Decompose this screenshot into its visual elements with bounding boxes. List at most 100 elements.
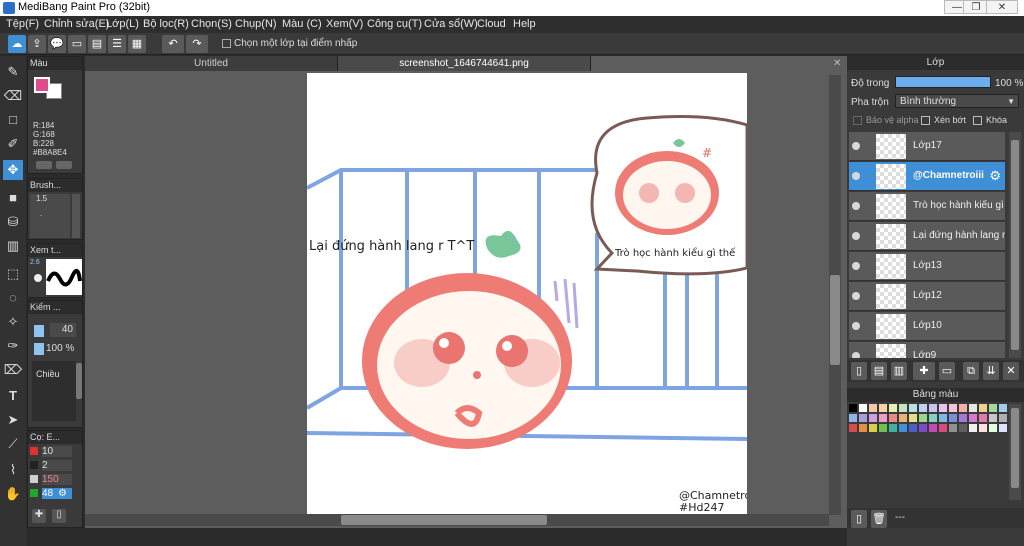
layer-item[interactable]: Trò học hành kiểu gì t <box>849 192 1005 221</box>
palette-swatch[interactable] <box>849 424 857 432</box>
palette-swatch[interactable] <box>959 404 967 412</box>
eye-icon[interactable] <box>852 142 860 150</box>
lock-checkbox[interactable] <box>973 116 982 125</box>
tab-untitled[interactable]: Untitled <box>85 56 338 71</box>
palette-swatch[interactable] <box>889 404 897 412</box>
operation-tool-icon[interactable]: ➤ <box>3 410 23 430</box>
menu-select[interactable]: Chọn(S) <box>191 18 232 30</box>
pen-tool-icon[interactable]: ✐ <box>3 134 23 154</box>
menu-help[interactable]: Help <box>513 18 536 30</box>
palette-scrollbar[interactable] <box>1009 404 1021 500</box>
layer-item-selected[interactable]: @Chamnetroiii ⚙ <box>849 162 1005 191</box>
clip-checkbox[interactable] <box>921 116 930 125</box>
menu-filter[interactable]: Bộ lọc(R) <box>143 18 189 30</box>
eraser-tool-icon[interactable]: ⌫ <box>3 86 23 106</box>
menu-file[interactable]: Tệp(F) <box>6 18 39 30</box>
artwork-canvas[interactable]: # Lại đứng hành lang r T^T Trò học hành … <box>307 73 747 514</box>
add-palette-color-icon[interactable]: ▯ <box>851 510 867 528</box>
bucket-tool-icon[interactable]: ⛁ <box>3 212 23 232</box>
palette-swatch[interactable] <box>869 404 877 412</box>
tab-screenshot[interactable]: screenshot_1646744641.png <box>338 56 591 71</box>
palette-swatch[interactable] <box>879 424 887 432</box>
brush-tool-icon[interactable]: ✎ <box>3 62 23 82</box>
palette-swatch[interactable] <box>949 404 957 412</box>
eyedropper-icon[interactable]: ⌇ <box>3 460 23 480</box>
palette-swatch[interactable] <box>969 424 977 432</box>
layer-item[interactable]: Lớp17 <box>849 132 1005 161</box>
palette-swatch[interactable] <box>989 404 997 412</box>
palette-swatch[interactable] <box>889 414 897 422</box>
delete-layer-icon[interactable]: ✕ <box>1003 362 1019 380</box>
lasso-icon[interactable]: ◌ <box>3 288 23 308</box>
magic-wand-icon[interactable]: ✧ <box>3 312 23 332</box>
brush-size-item-2[interactable]: 2 <box>42 460 72 471</box>
color-mode-button[interactable] <box>36 161 52 169</box>
page-icon[interactable]: ▤ <box>88 35 106 53</box>
list-icon[interactable]: ☰ <box>108 35 126 53</box>
palette-swatch[interactable] <box>899 414 907 422</box>
menu-color[interactable]: Màu (C) <box>282 18 322 30</box>
brush-size-1[interactable]: 1.5 <box>30 194 70 203</box>
palette-swatch[interactable] <box>949 424 957 432</box>
palette-swatch[interactable] <box>859 414 867 422</box>
brush-settings-gear-icon[interactable]: ⚙ <box>58 488 67 499</box>
palette-swatch[interactable] <box>919 424 927 432</box>
eye-icon[interactable] <box>852 262 860 270</box>
palette-swatch[interactable] <box>969 414 977 422</box>
palette-swatch[interactable] <box>849 404 857 412</box>
layer-settings-gear-icon[interactable]: ⚙ <box>989 168 1001 184</box>
fill-rect-tool-icon[interactable]: ■ <box>3 188 23 208</box>
palette-swatch[interactable] <box>909 404 917 412</box>
palette-swatch[interactable] <box>929 404 937 412</box>
blend-mode-select[interactable]: Bình thường ▼ <box>895 94 1019 108</box>
vertical-scroll-thumb[interactable] <box>830 275 840 365</box>
close-tab-icon[interactable]: ✕ <box>833 58 841 69</box>
eye-icon[interactable] <box>852 232 860 240</box>
new-8bit-layer-icon[interactable]: ▥ <box>891 362 907 380</box>
size-value[interactable]: 40 <box>50 323 76 337</box>
palette-swatch[interactable] <box>909 424 917 432</box>
eye-icon[interactable] <box>852 202 860 210</box>
layer-scrollbar[interactable] <box>1009 132 1021 358</box>
palette-swatch[interactable] <box>979 424 987 432</box>
palette-swatch[interactable] <box>869 414 877 422</box>
add-layer-menu-icon[interactable]: ✚ <box>913 362 935 380</box>
menu-layer[interactable]: Lớp(L) <box>106 18 139 30</box>
palette-swatch[interactable] <box>939 404 947 412</box>
palette-swatch[interactable] <box>999 424 1007 432</box>
delete-palette-color-icon[interactable]: 🗑 <box>871 510 887 528</box>
eye-icon[interactable] <box>852 352 860 358</box>
foreground-color-swatch[interactable] <box>34 77 50 93</box>
palette-swatch[interactable] <box>959 414 967 422</box>
layer-item[interactable]: Lớp13 <box>849 252 1005 281</box>
opacity-value[interactable]: 100 % <box>46 343 74 354</box>
palette-swatch[interactable] <box>999 404 1007 412</box>
select-eraser-icon[interactable]: ⌦ <box>3 360 23 380</box>
palette-swatch[interactable] <box>959 424 967 432</box>
menu-cloud[interactable]: Cloud <box>477 18 506 30</box>
select-rect-icon[interactable]: ⬚ <box>3 264 23 284</box>
hand-tool-icon[interactable]: ✋ <box>3 484 23 504</box>
eye-icon[interactable] <box>852 322 860 330</box>
close-button[interactable]: ✕ <box>986 0 1018 14</box>
text-tool-icon[interactable]: T <box>3 386 23 406</box>
palette-swatch[interactable] <box>989 424 997 432</box>
palette-swatch[interactable] <box>979 414 987 422</box>
menu-capture[interactable]: Chụp(N) <box>235 18 277 30</box>
palette-swatch[interactable] <box>929 414 937 422</box>
rect-tool-icon[interactable]: □ <box>3 110 23 130</box>
palette-swatch[interactable] <box>919 414 927 422</box>
palette-swatch[interactable] <box>939 424 947 432</box>
palette-swatch[interactable] <box>949 414 957 422</box>
palette-swatch[interactable] <box>859 424 867 432</box>
brush-size-2[interactable]: . <box>30 203 70 218</box>
palette-swatch[interactable] <box>879 404 887 412</box>
duplicate-layer-icon[interactable]: ⧉ <box>963 362 979 380</box>
palette-swatch[interactable] <box>899 404 907 412</box>
horizontal-scrollbar[interactable] <box>85 514 829 526</box>
brush-size-item-3[interactable]: 150 <box>42 474 72 485</box>
new-halftone-layer-icon[interactable]: ▤ <box>871 362 887 380</box>
color-settings-button[interactable] <box>56 161 72 169</box>
menu-window[interactable]: Cửa sổ(W) <box>424 18 478 30</box>
palette-swatch[interactable] <box>909 414 917 422</box>
